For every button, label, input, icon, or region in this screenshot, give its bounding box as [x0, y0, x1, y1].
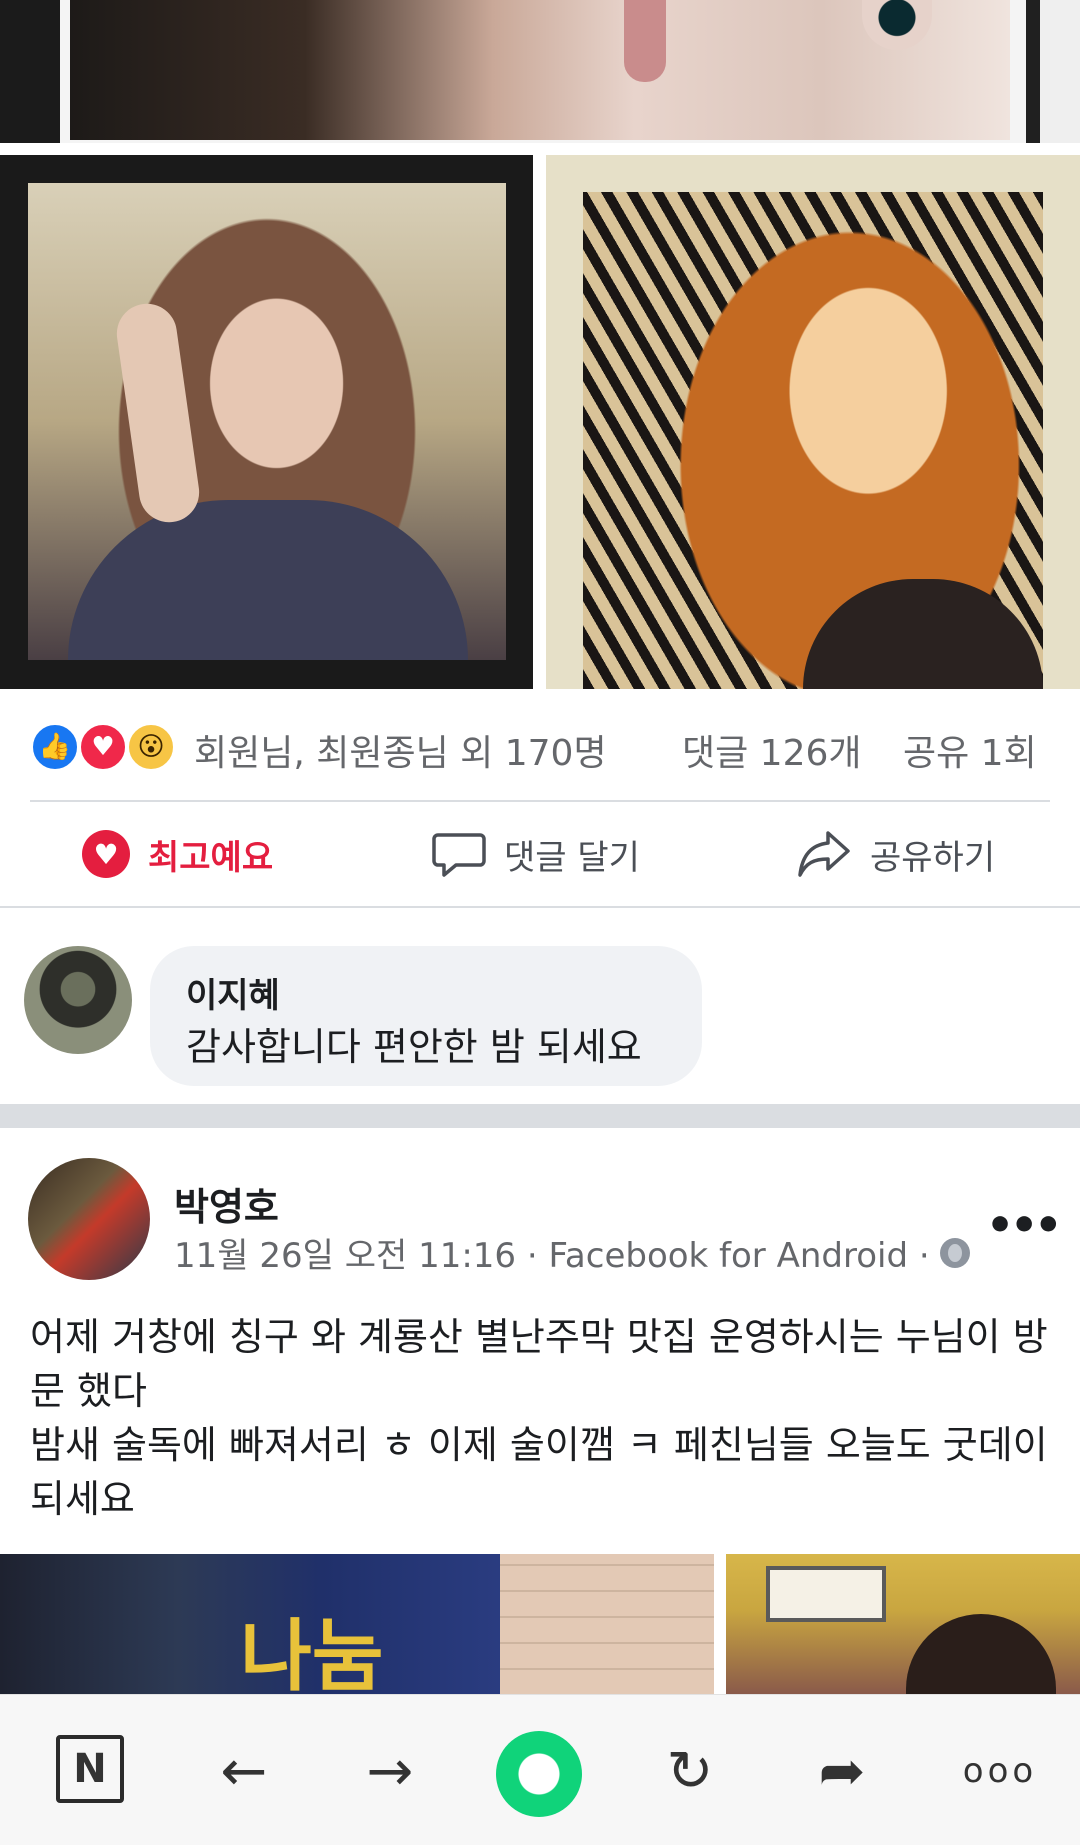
post1-photo-top[interactable] — [0, 0, 1080, 143]
globe-icon — [939, 1237, 970, 1268]
share-button[interactable]: 공유하기 — [796, 824, 995, 884]
more-menu-button[interactable]: ooo — [950, 1735, 1050, 1807]
comment-icon — [432, 833, 486, 877]
post-text: 어제 거창에 칭구 와 계룡산 별난주막 맛집 운영하시는 누님이 방문 했다 … — [30, 1315, 1048, 1521]
photo-figure — [68, 500, 468, 660]
comment-bubble[interactable]: 이지혜 감사합니다 편안한 밤 되세요 — [150, 946, 702, 1086]
photo-detail — [766, 1566, 886, 1622]
facebook-feed-page: 👍 ♥ 😮 회원님, 최원종님 외 170명 댓글 126개 공유 1회 ♥ 최… — [0, 0, 1080, 1845]
photo-figure — [803, 579, 1043, 689]
love-reaction-label: 최고예요 — [148, 837, 274, 878]
photo-figure — [906, 1614, 1056, 1694]
browser-toolbar: N ← → ↻ ➦ ooo — [0, 1694, 1080, 1845]
post-card: 박영호 11월 26일 오전 11:16 · Facebook for Andr… — [0, 1128, 1080, 1548]
comment-button[interactable]: 댓글 달기 — [432, 824, 640, 884]
photo-detail — [500, 1554, 714, 1694]
feed-separator — [0, 1104, 1080, 1128]
photo-image — [583, 192, 1043, 689]
comment-author[interactable]: 이지혜 — [186, 968, 280, 1017]
post-author[interactable]: 박영호 — [174, 1176, 279, 1231]
reactions-summary-text[interactable]: 회원님, 최원종님 외 170명 — [194, 724, 607, 776]
post-timestamp[interactable]: 11월 26일 오전 11:16 · Facebook for Android … — [174, 1228, 930, 1277]
green-dot-button[interactable] — [496, 1731, 582, 1817]
reactions-summary-row: 👍 ♥ 😮 회원님, 최원종님 외 170명 댓글 126개 공유 1회 — [0, 690, 1080, 802]
share-arrow-icon — [798, 831, 850, 877]
comment-text: 감사합니다 편안한 밤 되세요 — [186, 1025, 642, 1069]
avatar[interactable] — [28, 1158, 150, 1280]
wow-icon: 😮 — [126, 722, 176, 772]
post2-photo-right[interactable] — [726, 1554, 1080, 1694]
photo-sign-text: 나눔 — [240, 1611, 384, 1694]
reaction-icons[interactable]: 👍 ♥ 😮 — [30, 722, 180, 772]
love-reaction-button[interactable]: ♥ 최고예요 — [82, 824, 273, 884]
comment-count[interactable]: 댓글 126개 — [682, 724, 862, 776]
back-button[interactable]: ← — [208, 1735, 280, 1807]
share-button-browser[interactable]: ➦ — [806, 1735, 878, 1807]
avatar[interactable] — [24, 946, 132, 1054]
photo-detail — [624, 0, 666, 82]
forward-button[interactable]: → — [354, 1735, 426, 1807]
reload-button[interactable]: ↻ — [654, 1735, 726, 1807]
photo-image — [28, 183, 506, 660]
photo-figure-hand — [112, 299, 204, 527]
share-button-label: 공유하기 — [870, 837, 996, 878]
like-icon: 👍 — [30, 722, 80, 772]
post1-photo-left[interactable] — [0, 155, 533, 689]
share-count[interactable]: 공유 1회 — [903, 724, 1037, 776]
more-options-button[interactable]: ••• — [986, 1200, 1062, 1251]
post1-photo-right[interactable] — [546, 155, 1080, 689]
heart-icon: ♥ — [82, 830, 130, 878]
post2-photo-left[interactable]: 나눔 — [0, 1554, 714, 1694]
divider — [0, 906, 1080, 908]
post-actions-bar: ♥ 최고예요 댓글 달기 공유하기 — [0, 802, 1080, 908]
comment-button-label: 댓글 달기 — [504, 837, 640, 878]
post-meta: 11월 26일 오전 11:16 · Facebook for Android … — [174, 1228, 970, 1277]
comment-item: 이지혜 감사합니다 편안한 밤 되세요 — [0, 910, 1080, 1102]
photo-border — [0, 0, 60, 143]
naver-home-button[interactable]: N — [56, 1735, 124, 1803]
love-icon: ♥ — [78, 722, 128, 772]
